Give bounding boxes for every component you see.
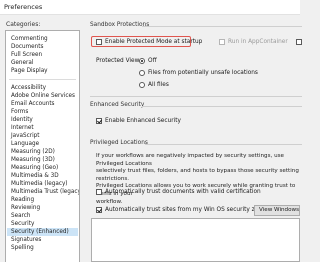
protected-view-all-radio[interactable] xyxy=(139,82,145,88)
window-title: Preferences xyxy=(4,3,43,11)
category-item-security-enhanced[interactable]: Security (Enhanced) xyxy=(7,228,78,236)
enhanced-security-heading: Enhanced Security xyxy=(90,102,145,108)
title-bar: Preferences xyxy=(0,0,300,15)
protected-view-unsafe-label: Files from potentially unsafe locations xyxy=(148,70,258,76)
category-item-multimedia-3d[interactable]: Multimedia & 3D xyxy=(11,172,59,180)
category-item-accessibility[interactable]: Accessibility xyxy=(11,84,46,92)
categories-list[interactable]: Commenting Documents Full Screen General… xyxy=(5,30,80,262)
protected-mode-checkbox[interactable] xyxy=(96,39,102,45)
protected-view-unsafe-radio[interactable] xyxy=(139,70,145,76)
protected-view-label: Protected View xyxy=(96,58,140,64)
category-item-security[interactable]: Security xyxy=(11,220,34,228)
privileged-description-line-2: selectively trust files, folders, and ho… xyxy=(96,168,299,182)
enhanced-security-checkbox[interactable] xyxy=(96,118,102,124)
category-item-measuring-2d[interactable]: Measuring (2D) xyxy=(11,148,55,156)
protected-view-off-radio[interactable] xyxy=(139,58,145,64)
sandbox-separator xyxy=(142,26,302,27)
privileged-locations-heading: Privileged Locations xyxy=(90,140,148,146)
categories-label: Categories: xyxy=(6,21,41,28)
category-item-email-accounts[interactable]: Email Accounts xyxy=(11,100,55,108)
enhanced-security-label: Enable Enhanced Security xyxy=(105,118,181,124)
privileged-description: If your workflows are negatively impacte… xyxy=(96,153,306,206)
category-item-reviewing[interactable]: Reviewing xyxy=(11,204,40,212)
category-item-language[interactable]: Language xyxy=(11,140,39,148)
category-item-full-screen[interactable]: Full Screen xyxy=(11,51,42,59)
category-item-reading[interactable]: Reading xyxy=(11,196,34,204)
category-item-measuring-3d[interactable]: Measuring (3D) xyxy=(11,156,55,164)
category-item-signatures[interactable]: Signatures xyxy=(11,236,41,244)
protected-view-off-label: Off xyxy=(148,58,157,64)
category-item-identity[interactable]: Identity xyxy=(11,116,33,124)
privileged-description-line-1: If your workflows are negatively impacte… xyxy=(96,153,284,167)
category-item-documents[interactable]: Documents xyxy=(11,43,43,51)
category-item-commenting[interactable]: Commenting xyxy=(11,35,48,43)
view-trusted-sites-button[interactable]: View Windows Trusted Sites xyxy=(254,205,300,216)
category-item-javascript[interactable]: JavaScript xyxy=(11,132,40,140)
sandbox-protections-heading: Sandbox Protections xyxy=(90,22,150,28)
trust-certified-checkbox[interactable] xyxy=(96,189,102,195)
category-item-multimedia-trust-legacy[interactable]: Multimedia Trust (legacy) xyxy=(11,188,79,196)
category-item-adobe-online-services[interactable]: Adobe Online Services xyxy=(11,92,75,100)
trust-win-zones-label: Automatically trust sites from my Win OS… xyxy=(105,207,269,213)
enhanced-separator xyxy=(142,106,302,107)
category-item-forms[interactable]: Forms xyxy=(11,108,28,116)
extra-checkbox[interactable] xyxy=(296,39,302,45)
enhanced-top-separator xyxy=(90,96,302,97)
category-item-spelling[interactable]: Spelling xyxy=(11,244,34,252)
category-item-measuring-geo[interactable]: Measuring (Geo) xyxy=(11,164,58,172)
category-item-multimedia-legacy[interactable]: Multimedia (legacy) xyxy=(11,180,68,188)
category-divider xyxy=(9,79,76,80)
privileged-locations-list[interactable] xyxy=(91,218,300,262)
appcontainer-checkbox[interactable] xyxy=(219,39,225,45)
privileged-separator xyxy=(145,144,302,145)
trust-certified-label: Automatically trust documents with valid… xyxy=(105,189,261,195)
appcontainer-label: Run in AppContainer xyxy=(228,39,288,45)
category-item-search[interactable]: Search xyxy=(11,212,31,220)
trust-win-zones-checkbox[interactable] xyxy=(96,207,102,213)
category-item-page-display[interactable]: Page Display xyxy=(11,67,48,75)
protected-view-all-label: All files xyxy=(148,82,169,88)
protected-mode-label: Enable Protected Mode at startup xyxy=(105,39,203,45)
category-item-general[interactable]: General xyxy=(11,59,33,67)
category-item-internet[interactable]: Internet xyxy=(11,124,34,132)
